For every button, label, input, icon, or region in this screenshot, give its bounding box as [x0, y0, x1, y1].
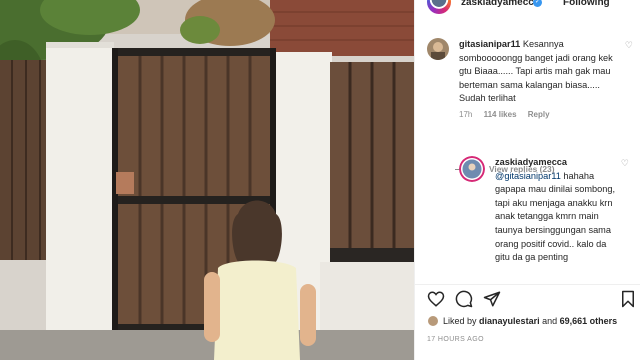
comment-meta: 17h 114 likes Reply — [459, 110, 559, 119]
reply-text: hahaha gapapa mau dinilai sombong, tapi … — [495, 170, 616, 263]
post-header: zaskiadyamecca ✓ Following — [415, 0, 640, 16]
actions-divider — [415, 284, 640, 285]
comments-list: gitasianipar11 Kesannya sombooooongg ban… — [415, 30, 640, 286]
share-icon[interactable] — [483, 290, 501, 308]
likes-connector: and — [542, 316, 558, 326]
likes-text: Liked by dianayulestari and 69,661 other… — [443, 316, 617, 326]
comment-time: 17h — [459, 110, 473, 119]
reply-username[interactable]: zaskiadyamecca — [495, 157, 567, 167]
comment-icon[interactable] — [455, 290, 473, 308]
liker-username[interactable]: dianayulestari — [479, 316, 540, 326]
commenter-avatar-image — [427, 38, 449, 60]
post-photo — [0, 0, 414, 360]
heart-icon[interactable] — [427, 290, 445, 308]
author-avatar[interactable] — [427, 0, 451, 14]
reply-button[interactable]: Reply — [528, 110, 550, 119]
verified-icon: ✓ — [533, 0, 542, 7]
post-actions — [427, 290, 639, 310]
reply-mention[interactable]: @gitasianipar11 — [495, 171, 561, 181]
comment-text-block: gitasianipar11 Kesannya sombooooongg ban… — [459, 38, 617, 106]
liker-avatar[interactable] — [427, 315, 439, 327]
likes-count[interactable]: 69,661 others — [560, 316, 618, 326]
reply-text-block: zaskiadyamecca @gitasianipar11 hahaha ga… — [495, 156, 619, 265]
likes-prefix: Liked by — [443, 316, 477, 326]
commenter-avatar[interactable] — [427, 38, 449, 60]
bookmark-icon[interactable] — [619, 290, 637, 308]
reply-avatar[interactable] — [459, 156, 485, 182]
post-image — [0, 0, 414, 360]
comment-like-icon[interactable]: ♡ — [625, 40, 633, 51]
following-button[interactable]: Following — [563, 0, 610, 8]
author-username[interactable]: zaskiadyamecca — [461, 0, 539, 8]
reply-avatar-image — [459, 156, 485, 182]
post-timestamp: 17 HOURS AGO — [427, 336, 484, 343]
reply-like-icon[interactable]: ♡ — [621, 158, 629, 169]
comment-username[interactable]: gitasianipar11 — [459, 39, 520, 49]
post-sidebar: zaskiadyamecca ✓ Following gitasianipar1… — [414, 0, 640, 360]
comment-likes[interactable]: 114 likes — [484, 110, 517, 119]
